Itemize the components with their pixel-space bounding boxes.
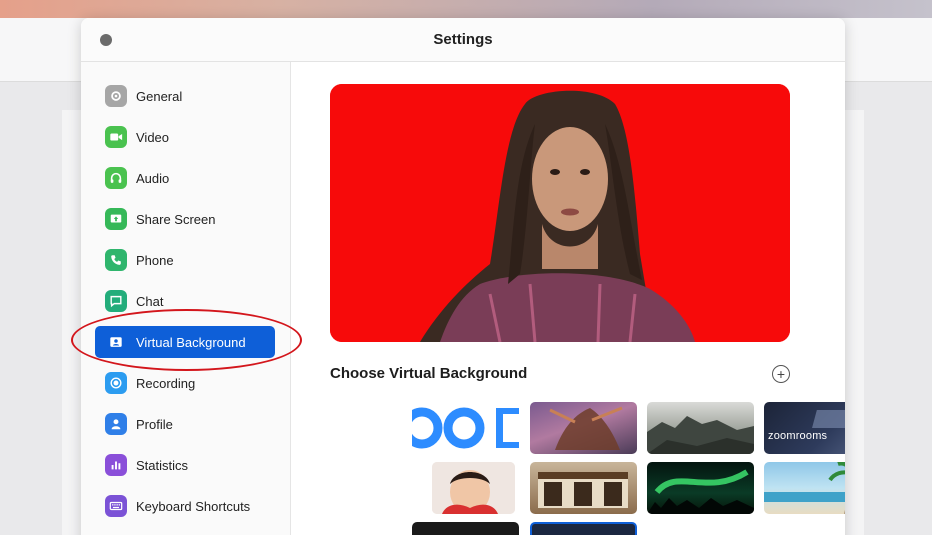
recording-icon	[105, 372, 127, 394]
sidebar-item-keyboard-shortcuts[interactable]: Keyboard Shortcuts	[95, 490, 275, 522]
choose-virtual-background-heading: Choose Virtual Background	[330, 365, 528, 382]
keyboard-icon	[105, 495, 127, 517]
sidebar-item-label: General	[136, 88, 183, 104]
rocky-coast-image	[647, 416, 754, 454]
thumbnail-beach-palm[interactable]	[764, 462, 845, 514]
sidebar-item-label: Share Screen	[136, 211, 216, 227]
sidebar-item-label: Virtual Background	[136, 334, 246, 350]
profile-icon	[105, 413, 127, 435]
sidebar-item-label: Chat	[136, 293, 164, 309]
gear-icon	[105, 85, 127, 107]
sidebar-item-label: Phone	[136, 252, 174, 268]
statistics-icon	[105, 454, 127, 476]
sidebar-item-video[interactable]: Video	[95, 121, 275, 153]
portrait-icon	[105, 331, 127, 353]
beach-palm-image	[764, 462, 845, 514]
store-front-image	[538, 472, 628, 508]
settings-window: Settings General Video Audio Share Scree…	[81, 18, 845, 535]
sidebar-item-profile[interactable]: Profile	[95, 408, 275, 440]
sidebar-item-label: Profile	[136, 416, 173, 432]
thumbnail-row3-second[interactable]	[530, 522, 637, 535]
sidebar-item-audio[interactable]: Audio	[95, 162, 275, 194]
thumbnail-zoom-rooms[interactable]: zoomrooms	[764, 402, 845, 454]
sidebar-item-recording[interactable]: Recording	[95, 367, 275, 399]
thumbnail-row3-first[interactable]	[412, 522, 519, 535]
child-portrait-image	[432, 462, 515, 514]
zoom-rooms-label: zoomrooms	[768, 430, 828, 442]
sidebar-item-virtual-background[interactable]: Virtual Background	[95, 326, 275, 358]
settings-sidebar: General Video Audio Share Screen Phone C…	[81, 62, 291, 535]
sidebar-item-label: Keyboard Shortcuts	[136, 498, 251, 514]
phone-icon	[105, 249, 127, 271]
sidebar-item-label: Audio	[136, 170, 170, 186]
thumbnail-aurora[interactable]	[647, 462, 754, 514]
sidebar-item-statistics[interactable]: Statistics	[95, 449, 275, 481]
camera-preview	[330, 84, 790, 342]
virtual-background-panel: Choose Virtual Background + zoomrooms	[292, 62, 845, 535]
sidebar-item-label: Statistics	[136, 457, 189, 473]
aurora-image	[647, 469, 754, 514]
zoom-rooms-image	[812, 410, 845, 428]
sidebar-item-label: Recording	[136, 375, 196, 391]
thumbnail-fantasy-creature[interactable]	[530, 402, 637, 454]
zoom-logo-image	[412, 402, 519, 454]
sidebar-item-general[interactable]: General	[95, 80, 275, 112]
desktop-wallpaper-strip	[0, 0, 932, 18]
titlebar: Settings	[81, 18, 845, 62]
fantasy-creature-image	[549, 406, 623, 450]
headphones-icon	[105, 167, 127, 189]
thumbnail-child-portrait[interactable]	[432, 462, 515, 514]
sidebar-item-phone[interactable]: Phone	[95, 244, 275, 276]
thumbnail-zoom-logo[interactable]	[412, 402, 519, 454]
sidebar-item-label: Video	[136, 129, 170, 145]
video-icon	[105, 126, 127, 148]
share-screen-icon	[105, 208, 127, 230]
thumbnail-rocky-coast[interactable]	[647, 402, 754, 454]
thumbnail-store-front[interactable]	[530, 462, 637, 514]
chat-icon	[105, 290, 127, 312]
add-background-button[interactable]: +	[772, 365, 790, 383]
sidebar-item-chat[interactable]: Chat	[95, 285, 275, 317]
window-title: Settings	[433, 31, 493, 48]
sidebar-item-share-screen[interactable]: Share Screen	[95, 203, 275, 235]
preview-person-silhouette	[330, 84, 790, 342]
